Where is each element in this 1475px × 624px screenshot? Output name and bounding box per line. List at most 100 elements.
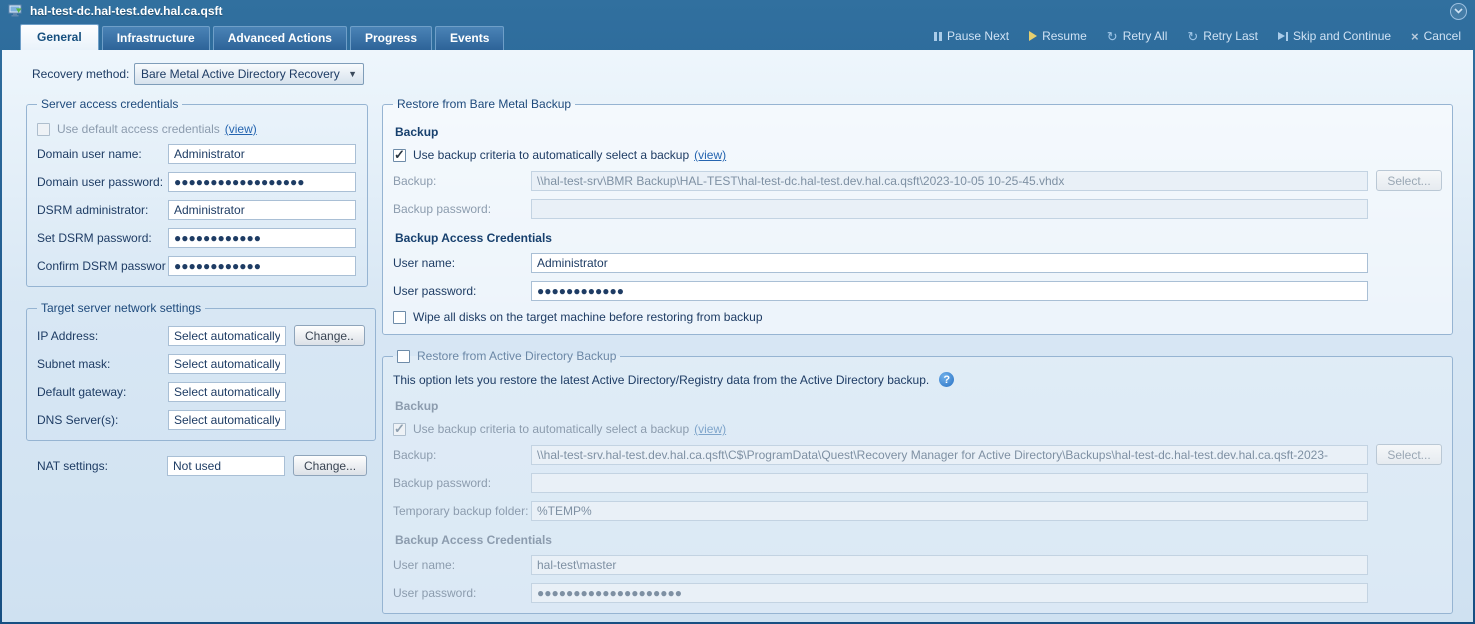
default-credentials-checkbox[interactable] (37, 123, 50, 136)
bmr-backup-row: Backup: Select... (393, 170, 1442, 191)
retry-last-button[interactable]: ↻ Retry Last (1187, 29, 1258, 43)
domain-user-password-label: Domain user password: (37, 175, 168, 189)
bmr-user-name-row: User name: (393, 253, 1442, 273)
tab-infrastructure[interactable]: Infrastructure (102, 26, 210, 50)
ad-backup-password-input[interactable] (531, 473, 1368, 493)
help-icon[interactable]: ? (939, 372, 954, 387)
dsrm-administrator-label: DSRM administrator: (37, 203, 168, 217)
right-column: Restore from Bare Metal Backup Backup Us… (382, 97, 1453, 622)
bmr-restore-title: Restore from Bare Metal Backup (393, 97, 575, 111)
confirm-dsrm-password-input[interactable] (168, 256, 356, 276)
recovery-method-dropdown[interactable]: Bare Metal Active Directory Recovery ▼ (134, 63, 364, 85)
bmr-backup-heading: Backup (395, 125, 1442, 139)
ad-user-name-row: User name: (393, 555, 1442, 575)
recovery-window: hal-test-dc.hal-test.dev.hal.ca.qsft Gen… (0, 0, 1475, 624)
bmr-user-password-input[interactable] (531, 281, 1368, 301)
dsrm-administrator-input[interactable] (168, 200, 356, 220)
ad-backup-password-label: Backup password: (393, 476, 531, 490)
retry-all-label: Retry All (1123, 29, 1168, 43)
left-column: Server access credentials Use default ac… (26, 97, 368, 476)
server-access-group: Server access credentials Use default ac… (26, 97, 368, 287)
ad-user-password-label: User password: (393, 586, 531, 600)
pause-next-button[interactable]: Pause Next (934, 29, 1009, 43)
view-default-credentials-link[interactable]: (view) (225, 122, 257, 136)
ad-backup-password-row: Backup password: (393, 473, 1442, 493)
ad-select-button[interactable]: Select... (1376, 444, 1442, 465)
ad-user-password-row: User password: (393, 583, 1442, 603)
cancel-button[interactable]: × Cancel (1411, 29, 1461, 43)
subnet-mask-input[interactable] (168, 354, 286, 374)
ad-backup-criteria-checkbox[interactable] (393, 423, 406, 436)
network-settings-title: Target server network settings (37, 301, 205, 315)
domain-user-password-input[interactable] (168, 172, 356, 192)
ad-user-name-label: User name: (393, 558, 531, 572)
dns-servers-row: DNS Server(s): (37, 410, 365, 430)
resume-button[interactable]: Resume (1029, 29, 1087, 43)
cancel-label: Cancel (1424, 29, 1461, 43)
cancel-icon: × (1411, 30, 1419, 43)
dns-servers-input[interactable] (168, 410, 286, 430)
bmr-backup-password-input[interactable] (531, 199, 1368, 219)
skip-icon (1278, 32, 1288, 41)
tab-advanced-actions[interactable]: Advanced Actions (213, 26, 347, 50)
nat-change-button[interactable]: Change... (293, 455, 367, 476)
bmr-user-password-row: User password: (393, 281, 1442, 301)
ad-backup-row: Backup: Select... (393, 444, 1442, 465)
ad-restore-checkbox[interactable] (397, 350, 410, 363)
window-title: hal-test-dc.hal-test.dev.hal.ca.qsft (30, 4, 223, 18)
ad-user-name-input[interactable] (531, 555, 1368, 575)
play-icon (1029, 31, 1037, 41)
backup-criteria-label: Use backup criteria to automatically sel… (413, 148, 689, 162)
recovery-method-value: Bare Metal Active Directory Recovery (141, 67, 340, 81)
view-ad-backup-criteria-link[interactable]: (view) (694, 422, 726, 436)
bmr-user-name-label: User name: (393, 256, 531, 270)
server-access-title: Server access credentials (37, 97, 182, 111)
retry-last-icon: ↻ (1187, 30, 1198, 43)
ad-description-row: This option lets you restore the latest … (393, 372, 1442, 387)
network-settings-group: Target server network settings IP Addres… (26, 301, 376, 441)
domain-user-name-row: Domain user name: (37, 144, 357, 164)
columns: Server access credentials Use default ac… (2, 85, 1473, 622)
resume-label: Resume (1042, 29, 1087, 43)
ip-address-row: IP Address: Change.. (37, 325, 365, 346)
temporary-backup-folder-label: Temporary backup folder: (393, 504, 531, 518)
confirm-dsrm-password-label: Confirm DSRM passwor (37, 259, 168, 273)
bmr-backup-label: Backup: (393, 174, 531, 188)
collapse-button[interactable] (1450, 3, 1467, 20)
bmr-backup-password-row: Backup password: (393, 199, 1442, 219)
temporary-backup-folder-input[interactable] (531, 501, 1368, 521)
ad-backup-label: Backup: (393, 448, 531, 462)
subnet-mask-row: Subnet mask: (37, 354, 365, 374)
backup-criteria-checkbox[interactable] (393, 149, 406, 162)
wipe-disks-checkbox[interactable] (393, 311, 406, 324)
ad-backup-path-input[interactable] (531, 445, 1368, 465)
ip-change-button[interactable]: Change.. (294, 325, 365, 346)
pause-icon (934, 32, 942, 41)
tab-progress[interactable]: Progress (350, 26, 432, 50)
nat-settings-row: NAT settings: Change... (26, 455, 368, 476)
retry-all-button[interactable]: ↻ Retry All (1107, 29, 1168, 43)
ad-user-password-input[interactable] (531, 583, 1368, 603)
recovery-method-row: Recovery method: Bare Metal Active Direc… (2, 50, 1473, 85)
bmr-select-button[interactable]: Select... (1376, 170, 1442, 191)
ad-restore-group: Restore from Active Directory Backup Thi… (382, 349, 1453, 614)
default-gateway-row: Default gateway: (37, 382, 365, 402)
skip-and-continue-button[interactable]: Skip and Continue (1278, 29, 1391, 43)
ip-address-label: IP Address: (37, 329, 168, 343)
ad-restore-title: Restore from Active Directory Backup (417, 349, 616, 363)
domain-user-name-input[interactable] (168, 144, 356, 164)
set-dsrm-password-input[interactable] (168, 228, 356, 248)
tab-events[interactable]: Events (435, 26, 504, 50)
retry-all-icon: ↻ (1107, 30, 1118, 43)
confirm-dsrm-password-row: Confirm DSRM passwor (37, 256, 357, 276)
tab-general[interactable]: General (20, 24, 99, 50)
ad-restore-header: Restore from Active Directory Backup (393, 349, 620, 363)
domain-user-name-label: Domain user name: (37, 147, 168, 161)
bmr-backup-path-input[interactable] (531, 171, 1368, 191)
view-backup-criteria-link[interactable]: (view) (694, 148, 726, 162)
ad-description: This option lets you restore the latest … (393, 373, 929, 387)
ip-address-input[interactable] (168, 326, 286, 346)
nat-settings-input[interactable] (167, 456, 285, 476)
default-gateway-input[interactable] (168, 382, 286, 402)
bmr-user-name-input[interactable] (531, 253, 1368, 273)
